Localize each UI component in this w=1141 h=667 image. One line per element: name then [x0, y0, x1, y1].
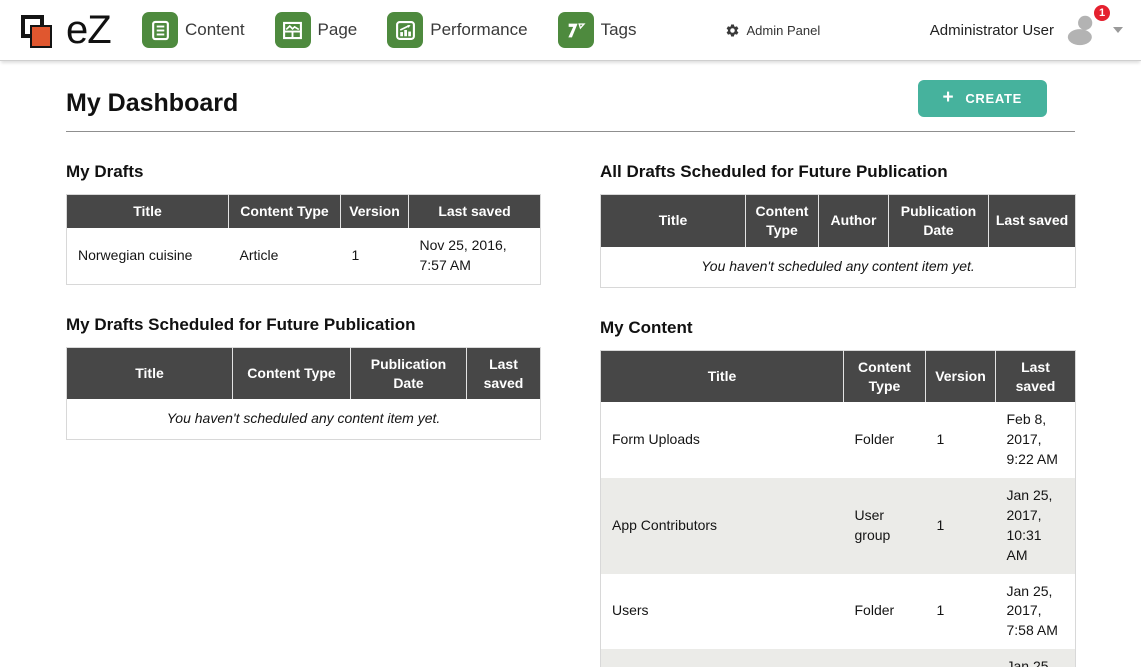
table-row[interactable]: App Folder 1 Jan 25, 2017, 7:55 AM — [601, 649, 1076, 667]
my-drafts-section: My Drafts Title Content Type Version Las… — [66, 162, 540, 285]
empty-message: You haven't scheduled any content item y… — [601, 247, 1076, 287]
cell-version: 1 — [926, 649, 996, 667]
column-header-publication-date: Publication Date — [351, 347, 467, 399]
column-header-last-saved: Last saved — [467, 347, 541, 399]
table-header-row: Title Content Type Version Last saved — [601, 350, 1076, 402]
user-avatar[interactable]: 1 — [1064, 14, 1101, 46]
dashboard-grid: My Drafts Title Content Type Version Las… — [66, 132, 1075, 667]
nav-label: Tags — [601, 20, 637, 40]
nav-item-performance[interactable]: Performance — [387, 12, 527, 48]
cell-version: 1 — [341, 228, 409, 284]
cell-version: 1 — [926, 478, 996, 574]
dashboard-main: My Dashboard + CREATE My Drafts Title Co… — [0, 61, 1141, 667]
column-header-content-type: Content Type — [233, 347, 351, 399]
ez-logo-icon — [14, 4, 62, 56]
user-area: Administrator User 1 — [930, 14, 1129, 46]
section-title-my-drafts: My Drafts — [66, 162, 540, 182]
table-row[interactable]: Users Folder 1 Jan 25, 2017, 7:58 AM — [601, 574, 1076, 650]
my-drafts-scheduled-section: My Drafts Scheduled for Future Publicati… — [66, 315, 540, 441]
cell-content-type: Folder — [844, 574, 926, 650]
cell-title: Users — [601, 574, 844, 650]
my-content-table: Title Content Type Version Last saved Fo… — [600, 350, 1076, 667]
gear-icon — [725, 23, 740, 38]
cell-content-type: Folder — [844, 402, 926, 478]
right-column: All Drafts Scheduled for Future Publicat… — [600, 132, 1075, 667]
section-title-my-drafts-scheduled: My Drafts Scheduled for Future Publicati… — [66, 315, 540, 335]
all-drafts-scheduled-table: Title Content Type Author Publication Da… — [600, 194, 1076, 288]
table-row[interactable]: App Contributors User group 1 Jan 25, 20… — [601, 478, 1076, 574]
top-bar: eZ Content Pag — [0, 0, 1141, 61]
cell-title: Form Uploads — [601, 402, 844, 478]
ez-logo-text: eZ — [66, 10, 111, 50]
cell-content-type: Article — [229, 228, 341, 284]
column-header-content-type: Content Type — [844, 350, 926, 402]
nav-label: Content — [185, 20, 245, 40]
column-header-last-saved: Last saved — [996, 350, 1076, 402]
empty-message: You haven't scheduled any content item y… — [67, 399, 541, 439]
my-drafts-table: Title Content Type Version Last saved No… — [66, 194, 541, 285]
column-header-version: Version — [926, 350, 996, 402]
plus-icon: + — [943, 88, 955, 107]
ez-logo[interactable]: eZ — [14, 4, 130, 56]
cell-title: App — [601, 649, 844, 667]
column-header-title: Title — [67, 347, 233, 399]
nav-item-tags[interactable]: Tags — [558, 12, 637, 48]
cell-content-type: Folder — [844, 649, 926, 667]
my-drafts-scheduled-table: Title Content Type Publication Date Last… — [66, 347, 541, 441]
table-header-row: Title Content Type Version Last saved — [67, 195, 541, 228]
column-header-last-saved: Last saved — [409, 195, 541, 228]
create-button-label: CREATE — [965, 91, 1022, 106]
column-header-content-type: Content Type — [746, 195, 819, 247]
nav-item-content[interactable]: Content — [142, 12, 245, 48]
table-row[interactable]: Norwegian cuisine Article 1 Nov 25, 2016… — [67, 228, 541, 284]
tag-icon — [558, 12, 594, 48]
column-header-publication-date: Publication Date — [889, 195, 989, 247]
chart-arrow-icon — [387, 12, 423, 48]
column-header-title: Title — [601, 350, 844, 402]
table-header-row: Title Content Type Publication Date Last… — [67, 347, 541, 399]
section-title-my-content: My Content — [600, 318, 1075, 338]
nav-label: Performance — [430, 20, 527, 40]
cell-last-saved: Nov 25, 2016, 7:57 AM — [409, 228, 541, 284]
user-name[interactable]: Administrator User — [930, 22, 1054, 39]
cell-title: App Contributors — [601, 478, 844, 574]
cell-last-saved: Jan 25, 2017, 7:58 AM — [996, 574, 1076, 650]
cell-title: Norwegian cuisine — [67, 228, 229, 284]
my-content-section: My Content Title Content Type Version La… — [600, 318, 1075, 667]
cell-version: 1 — [926, 402, 996, 478]
table-row[interactable]: Form Uploads Folder 1 Feb 8, 2017, 9:22 … — [601, 402, 1076, 478]
admin-panel-label: Admin Panel — [747, 23, 821, 38]
cell-last-saved: Jan 25, 2017, 10:31 AM — [996, 478, 1076, 574]
column-header-title: Title — [67, 195, 229, 228]
all-drafts-scheduled-section: All Drafts Scheduled for Future Publicat… — [600, 162, 1075, 288]
chevron-down-icon[interactable] — [1113, 27, 1123, 33]
column-header-last-saved: Last saved — [989, 195, 1076, 247]
empty-row: You haven't scheduled any content item y… — [67, 399, 541, 439]
admin-panel-link[interactable]: Admin Panel — [725, 23, 821, 38]
column-header-author: Author — [819, 195, 889, 247]
column-header-version: Version — [341, 195, 409, 228]
empty-row: You haven't scheduled any content item y… — [601, 247, 1076, 287]
table-header-row: Title Content Type Author Publication Da… — [601, 195, 1076, 247]
nav-item-page[interactable]: Page — [275, 12, 358, 48]
cell-last-saved: Jan 25, 2017, 7:55 AM — [996, 649, 1076, 667]
cell-content-type: User group — [844, 478, 926, 574]
logo-orange-square — [30, 25, 52, 48]
section-title-all-drafts-scheduled: All Drafts Scheduled for Future Publicat… — [600, 162, 1075, 182]
page-layout-icon — [275, 12, 311, 48]
left-column: My Drafts Title Content Type Version Las… — [66, 132, 540, 440]
cell-version: 1 — [926, 574, 996, 650]
nav-label: Page — [318, 20, 358, 40]
main-nav: Content Page — [142, 12, 667, 48]
create-button[interactable]: + CREATE — [918, 80, 1047, 117]
column-header-title: Title — [601, 195, 746, 247]
column-header-content-type: Content Type — [229, 195, 341, 228]
cell-last-saved: Feb 8, 2017, 9:22 AM — [996, 402, 1076, 478]
notification-badge[interactable]: 1 — [1093, 4, 1111, 22]
document-lines-icon — [142, 12, 178, 48]
page-header: My Dashboard + CREATE — [66, 61, 1075, 132]
